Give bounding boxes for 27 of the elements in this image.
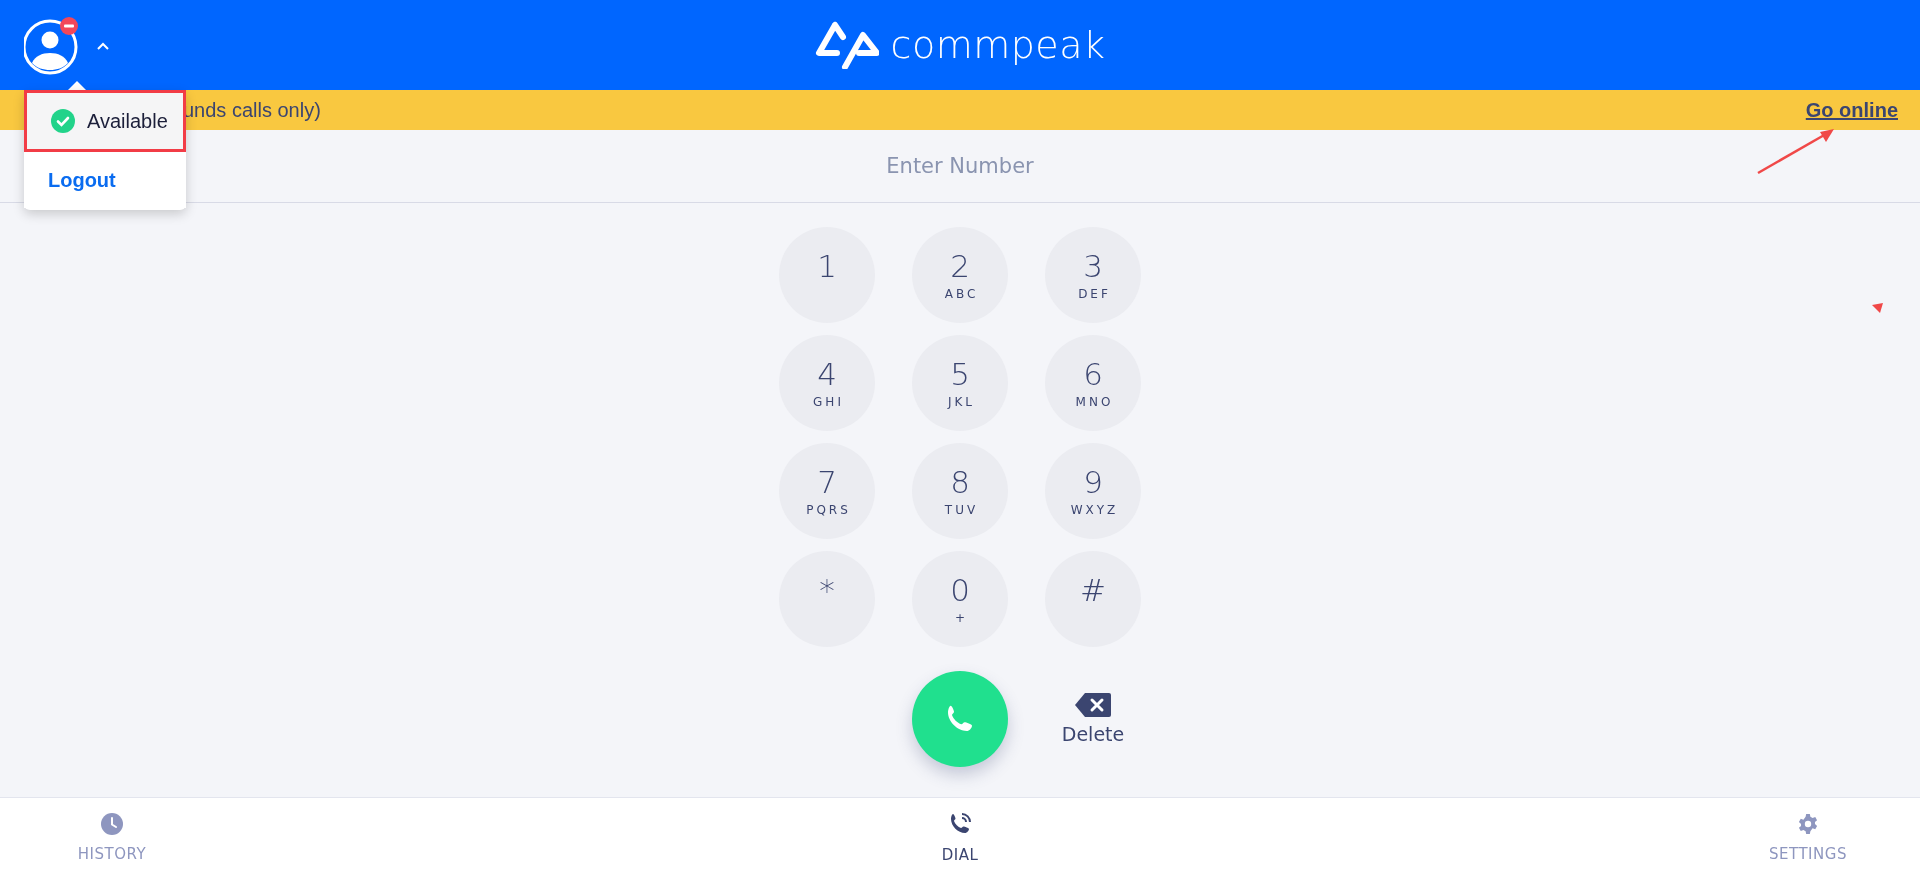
dial-key[interactable]: 6 MNO <box>1045 335 1141 431</box>
nav-tab[interactable]: DIAL <box>848 798 1072 878</box>
phone-call-icon <box>948 812 972 836</box>
dial-key[interactable]: 8 TUV <box>912 443 1008 539</box>
delete-button[interactable]: Delete <box>1061 671 1125 767</box>
logo-text: commpeak <box>890 23 1106 67</box>
logo-icon <box>814 21 879 69</box>
dial-key[interactable]: 0 + <box>912 551 1008 647</box>
check-circle-icon <box>51 109 75 133</box>
number-field[interactable]: Enter Number <box>758 153 1162 179</box>
backspace-icon <box>1075 693 1111 717</box>
dial-key[interactable]: 4 GHI <box>779 335 875 431</box>
dial-key[interactable]: 1 <box>779 227 875 323</box>
clock-icon <box>101 813 123 835</box>
dial-key[interactable]: 3 DEF <box>1045 227 1141 323</box>
dial-key[interactable]: 9 WXYZ <box>1045 443 1141 539</box>
dial-key[interactable]: # <box>1045 551 1141 647</box>
menu-item[interactable]: Logout <box>24 152 186 208</box>
go-online-link[interactable]: Go online <box>1805 98 1898 122</box>
menu-item[interactable]: Available <box>24 90 186 152</box>
gear-icon <box>1797 813 1819 835</box>
dial-key[interactable]: 2 ABC <box>912 227 1008 323</box>
dial-key[interactable]: 5 JKL <box>912 335 1008 431</box>
annotation-arrow <box>1872 303 1884 313</box>
dial-key[interactable]: * <box>779 551 875 647</box>
chevron-up-icon[interactable] <box>96 41 110 51</box>
dial-key[interactable]: 7 PQRS <box>779 443 875 539</box>
